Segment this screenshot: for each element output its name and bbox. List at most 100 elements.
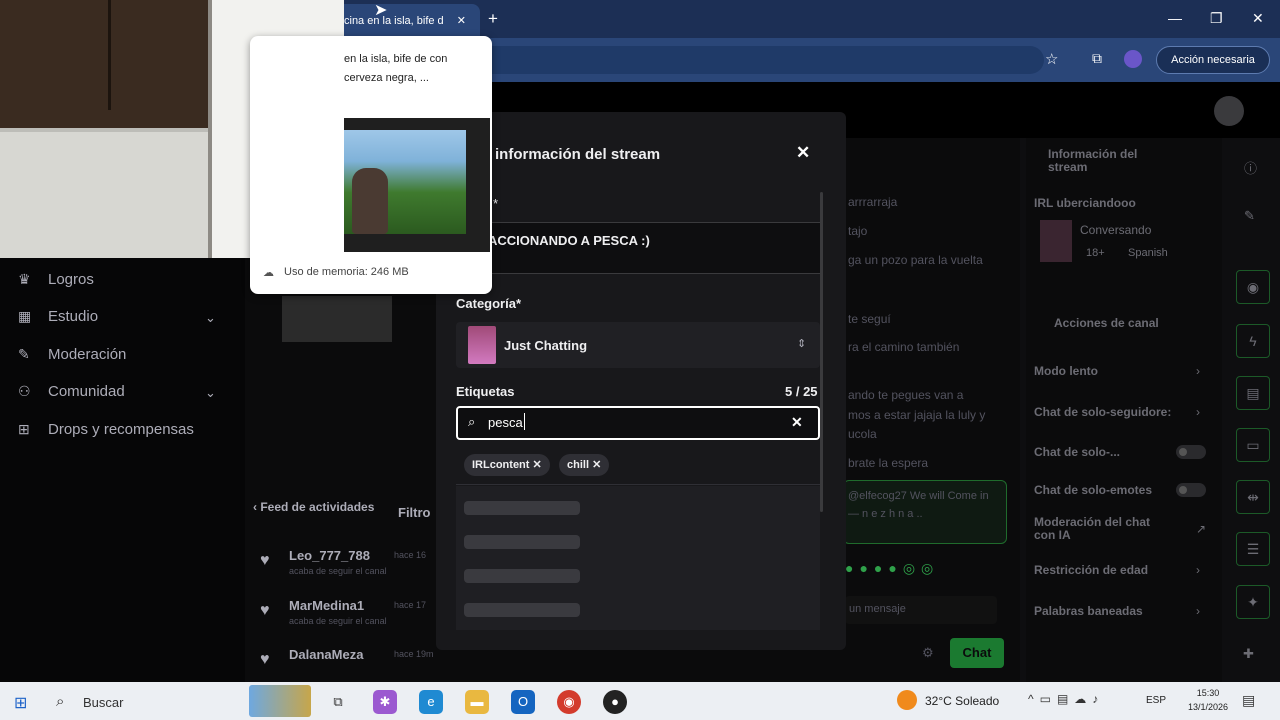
action-ai-moderation[interactable]: Moderación del chat con IA: [1034, 516, 1174, 542]
rail-button-wrench[interactable]: ✦: [1236, 585, 1270, 619]
sidebar-item-estudio[interactable]: ▦ Estudio: [18, 308, 98, 325]
search-icon: ⌕: [468, 414, 476, 429]
sidebar-item-moderacion[interactable]: ✎ Moderación: [18, 346, 126, 363]
rail-button-split[interactable]: ⇹: [1236, 480, 1270, 514]
community-icon: ⚇: [18, 383, 31, 399]
weather-icon[interactable]: [897, 690, 917, 710]
maximize-button[interactable]: ❐: [1210, 10, 1223, 27]
language-indicator[interactable]: ESP: [1146, 695, 1166, 706]
system-tray-icons[interactable]: ^▭▤☁♪: [1028, 692, 1104, 706]
tag-chip[interactable]: IRLcontent ✕: [464, 454, 550, 476]
divider: [456, 484, 820, 485]
video-thumbnail: [282, 296, 392, 342]
memory-usage: Uso de memoria: 246 MB: [284, 266, 409, 278]
close-icon[interactable]: ✕: [796, 143, 810, 163]
clear-icon[interactable]: ✕: [791, 414, 803, 431]
chat-message: ra el camino también: [848, 340, 960, 354]
file-explorer-icon[interactable]: ▬: [465, 690, 489, 714]
tag-search-value: pesca: [488, 415, 523, 430]
tags-count: 5 / 25: [785, 384, 818, 399]
activity-feed-title: ‹ Feed de actividades: [253, 500, 375, 514]
edge-icon[interactable]: e: [419, 690, 443, 714]
text-caret: [524, 413, 525, 430]
sidebar-item-label: Moderación: [48, 346, 127, 363]
highlighted-message-text: @elfecog27 We will Come in — n e z h n a…: [848, 490, 989, 520]
rail-button-chat[interactable]: ▭: [1236, 428, 1270, 462]
windows-start-icon[interactable]: ⊞: [14, 693, 27, 713]
modal-scrollbar[interactable]: [820, 192, 823, 512]
browser-tab[interactable]: cina en la isla, bife d ✕: [336, 4, 480, 38]
chat-message: mos a estar jajaja la luly y: [848, 408, 986, 422]
action-slow-mode[interactable]: Modo lento: [1034, 364, 1098, 378]
profile-avatar[interactable]: [1124, 50, 1142, 68]
sidebar-item-logros[interactable]: ♛ Logros: [18, 271, 94, 288]
user-avatar[interactable]: [1214, 96, 1244, 126]
tag-chip[interactable]: chill ✕: [559, 454, 610, 476]
chevron-right-icon: ›: [1196, 563, 1200, 577]
info-icon[interactable]: ⓘ: [1244, 158, 1257, 177]
tab-title: cina en la isla, bife d: [344, 15, 444, 27]
title-field-label: *: [493, 196, 499, 211]
chat-message: ando te pegues van a: [848, 388, 964, 402]
loading-placeholder: [464, 535, 580, 549]
sidebar-item-drops[interactable]: ⊞ Drops y recompensas: [18, 421, 194, 438]
search-highlight-image[interactable]: [249, 685, 311, 717]
rail-button-bolt[interactable]: ϟ: [1236, 324, 1270, 358]
notification-icon[interactable]: ▤: [1242, 692, 1255, 709]
webcam-floor: [0, 132, 230, 258]
chat-input[interactable]: un mensaje: [845, 596, 997, 624]
taskbar-search-placeholder: Buscar: [83, 695, 124, 710]
minimize-button[interactable]: —: [1168, 10, 1182, 26]
weather-text[interactable]: 32°C Soleado: [925, 694, 999, 708]
rail-button-list[interactable]: ☰: [1236, 532, 1270, 566]
close-window-button[interactable]: ✕: [1252, 10, 1264, 27]
rail-button-camera[interactable]: ◉: [1236, 270, 1270, 304]
extensions-icon[interactable]: ⧉: [1092, 50, 1102, 67]
new-tab-button[interactable]: +: [488, 9, 498, 29]
loading-placeholder: [464, 569, 580, 583]
action-followers-only[interactable]: Chat de solo-seguidore:: [1034, 405, 1171, 419]
obs-icon[interactable]: ●: [603, 690, 627, 714]
heart-icon: ♥: [260, 651, 270, 668]
select-arrows-icon: ⇕: [797, 338, 807, 350]
action-banned-words[interactable]: Palabras baneadas: [1034, 604, 1143, 618]
stream-info-category: Conversando: [1080, 223, 1152, 237]
taskbar-search[interactable]: [48, 688, 248, 716]
chrome-icon[interactable]: ◉: [557, 690, 581, 714]
task-view-icon[interactable]: ⧉: [326, 690, 350, 714]
copilot-icon[interactable]: ✱: [373, 690, 397, 714]
action-age-restriction[interactable]: Restricción de edad: [1034, 563, 1148, 577]
chat-message: tajo: [848, 224, 868, 238]
gear-icon[interactable]: ⚙: [922, 645, 934, 661]
pencil-icon[interactable]: ✎: [1244, 208, 1255, 224]
bookmark-star-icon[interactable]: ☆: [1045, 50, 1058, 68]
action-emotes-only[interactable]: Chat de solo-emotes: [1034, 483, 1152, 497]
stream-title-field[interactable]: [456, 222, 820, 274]
loading-placeholder: [464, 501, 580, 515]
search-icon: ⌕: [56, 693, 65, 710]
add-widget-icon[interactable]: ✚: [1243, 646, 1254, 662]
action-subs-only[interactable]: Chat de solo-...: [1034, 445, 1120, 459]
emote-row[interactable]: ●●●●◎◎: [845, 560, 939, 577]
trophy-icon: ♛: [18, 271, 31, 287]
subs-only-toggle[interactable]: [1176, 445, 1206, 459]
webcam-cabinet: [0, 0, 210, 128]
chevron-down-icon: ⌄: [205, 385, 216, 400]
external-link-icon: ↗: [1196, 522, 1207, 536]
wrench-icon: ✎: [18, 346, 30, 362]
category-box-art: [468, 326, 496, 364]
rail-button-notes[interactable]: ▤: [1236, 376, 1270, 410]
outlook-icon[interactable]: O: [511, 690, 535, 714]
emotes-only-toggle[interactable]: [1176, 483, 1206, 497]
action-required-button[interactable]: Acción necesaria: [1156, 46, 1270, 74]
sidebar-item-comunidad[interactable]: ⚇ Comunidad: [18, 383, 125, 400]
memory-icon: ☁: [263, 267, 274, 279]
hover-card-title: en la isla, bife de con cerveza negra, .…: [344, 53, 448, 84]
sidebar-item-label: Drops y recompensas: [48, 421, 194, 438]
chat-send-button[interactable]: Chat: [950, 638, 1004, 668]
chat-message: ucola: [848, 427, 877, 441]
tab-close-icon[interactable]: ✕: [457, 14, 466, 27]
clock[interactable]: 15:30 13/1/2026: [1188, 686, 1228, 714]
feed-filter-button[interactable]: Filtro: [398, 505, 431, 520]
sidebar-item-label: Estudio: [48, 308, 99, 325]
